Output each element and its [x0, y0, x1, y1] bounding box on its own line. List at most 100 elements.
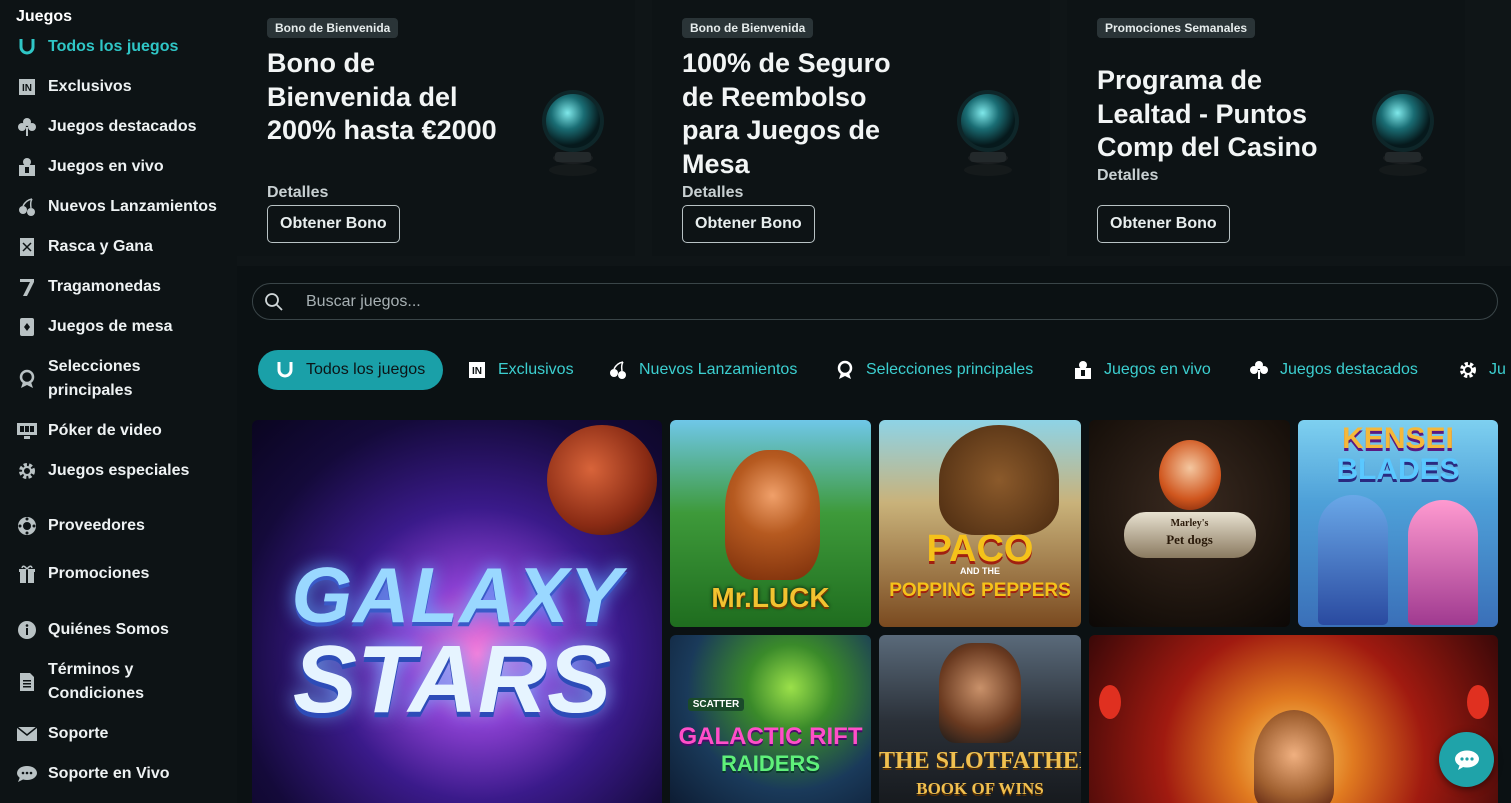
sidebar-item-juegos-de-mesa[interactable]: Juegos de mesa: [16, 315, 173, 339]
sidebar-item-todos-los-juegos[interactable]: Todos los juegos: [16, 35, 178, 59]
game-logo-line: SCATTER: [688, 698, 744, 711]
tab-juegos-en-vivo[interactable]: Juegos en vivo: [1072, 350, 1211, 390]
video-poker-icon: [16, 420, 38, 442]
game-tile-fortune-god[interactable]: [1089, 635, 1498, 803]
clover-icon: [1248, 359, 1270, 381]
sidebar-item-poker-de-video[interactable]: Póker de video: [16, 419, 162, 443]
game-tile-kensei-blades[interactable]: KENSEI BLADES: [1298, 420, 1498, 627]
sidebar-item-label: Nuevos Lanzamientos: [48, 198, 217, 215]
game-logo-line: BOOK OF WINS: [916, 779, 1044, 798]
sidebar-item-soporte-en-vivo[interactable]: Soporte en Vivo: [16, 762, 170, 786]
promo-details-link[interactable]: Detalles: [682, 184, 743, 202]
character-graphic: [1254, 710, 1334, 803]
game-tile-the-slotfather[interactable]: THE SLOTFATHER BOOK OF WINS: [879, 635, 1081, 803]
sidebar-item-label: Quiénes Somos: [48, 621, 169, 638]
character-graphic: [1408, 500, 1478, 625]
get-bonus-button[interactable]: Obtener Bono: [267, 205, 400, 243]
sidebar-item-juegos-destacados[interactable]: Juegos destacados: [16, 115, 197, 139]
horseshoe-icon: [16, 36, 38, 58]
tab-selecciones-principales[interactable]: Selecciones principales: [834, 350, 1033, 390]
crystal-ball-icon: [542, 90, 604, 176]
live-dealer-icon: [1072, 359, 1094, 381]
sidebar-item-label: Juegos especiales: [48, 462, 190, 479]
game-logo-line: POPPING PEPPERS: [889, 580, 1071, 601]
sidebar-item-juegos-especiales[interactable]: Juegos especiales: [16, 459, 189, 483]
sidebar-item-rasca-y-gana[interactable]: Rasca y Gana: [16, 235, 153, 259]
game-tile-mr-luck[interactable]: Mr.LUCK: [670, 420, 871, 627]
sidebar-item-label: Términos y Condiciones: [48, 661, 145, 702]
search-input[interactable]: [306, 292, 1206, 311]
sidebar-item-soporte[interactable]: Soporte: [16, 722, 108, 746]
award-icon: [16, 368, 38, 390]
tab-exclusivos[interactable]: IN Exclusivos: [466, 350, 574, 390]
promo-tag: Bono de Bienvenida: [682, 18, 814, 38]
sidebar-item-label: Juegos en vivo: [48, 158, 164, 175]
sidebar-item-promociones[interactable]: Promociones: [16, 562, 149, 586]
search-bar: [252, 283, 1498, 320]
game-logo-line: Marley's: [1170, 518, 1209, 529]
promo-carousel: Bono de Bienvenida Bono de Bienvenida de…: [237, 0, 1511, 266]
game-logo-line: STARS: [292, 626, 612, 733]
sidebar-item-selecciones-principales[interactable]: Selecciones principales: [16, 355, 158, 403]
sidebar-item-exclusivos[interactable]: IN Exclusivos: [16, 75, 132, 99]
sidebar-item-terminos[interactable]: Términos y Condiciones: [16, 658, 158, 706]
character-graphic: [1318, 495, 1388, 625]
planet-graphic: [547, 425, 657, 535]
tab-juegos-destacados[interactable]: Juegos destacados: [1248, 350, 1418, 390]
sidebar-item-quienes-somos[interactable]: Quiénes Somos: [16, 618, 169, 642]
sidebar-item-tragamonedas[interactable]: Tragamonedas: [16, 275, 161, 299]
promo-title: Programa de Lealtad - Puntos Comp del Ca…: [1097, 65, 1318, 162]
game-tile-galaxy-stars[interactable]: GALAXY STARS: [252, 420, 662, 803]
clover-icon: [16, 116, 38, 138]
promo-card: Promociones Semanales Programa de Lealta…: [1067, 0, 1465, 256]
sidebar-item-nuevos-lanzamientos[interactable]: Nuevos Lanzamientos: [16, 195, 217, 219]
chip-icon: [16, 515, 38, 537]
promo-details-link[interactable]: Detalles: [1097, 167, 1158, 185]
sidebar: Juegos Todos los juegos IN Exclusivos Ju…: [0, 0, 237, 803]
sidebar-item-label: Proveedores: [48, 517, 145, 534]
promo-card: Bono de Bienvenida 100% de Seguro de Ree…: [652, 0, 1050, 256]
tab-juegos-especiales[interactable]: Ju: [1457, 350, 1506, 390]
exclusive-icon: IN: [16, 76, 38, 98]
live-chat-button[interactable]: [1439, 732, 1494, 787]
sidebar-item-proveedores[interactable]: Proveedores: [16, 514, 145, 538]
seven-icon: [16, 276, 38, 298]
game-logo-line: GALACTIC RIFT: [678, 723, 863, 750]
get-bonus-button[interactable]: Obtener Bono: [682, 205, 815, 243]
game-tile-galactic-rift-raiders[interactable]: SCATTER GALACTIC RIFT RAIDERS: [670, 635, 871, 803]
chat-bubble-icon: [1454, 750, 1479, 770]
sidebar-item-juegos-en-vivo[interactable]: Juegos en vivo: [16, 155, 164, 179]
lantern-graphic: [1099, 685, 1121, 719]
promo-title: Bono de Bienvenida del 200% hasta €2000: [267, 48, 497, 145]
game-logo-line: AND THE: [960, 566, 1000, 576]
search-icon: [265, 292, 283, 311]
game-tile-marleys-pet-dogs[interactable]: Marley's Pet dogs: [1089, 420, 1290, 627]
sidebar-item-label: Exclusivos: [48, 78, 132, 95]
tab-nuevos-lanzamientos[interactable]: Nuevos Lanzamientos: [607, 350, 797, 390]
live-dealer-icon: [16, 156, 38, 178]
promo-details-link[interactable]: Detalles: [267, 184, 328, 202]
category-tabs: Todos los juegos IN Exclusivos Nuevos La…: [258, 350, 1511, 390]
crystal-ball-icon: [1372, 90, 1434, 176]
gear-icon: [16, 460, 38, 482]
gift-icon: [16, 563, 38, 585]
tab-label: Exclusivos: [498, 361, 574, 378]
horseshoe-icon: [274, 359, 296, 381]
get-bonus-button[interactable]: Obtener Bono: [1097, 205, 1230, 243]
tab-label: Ju: [1489, 361, 1506, 378]
tab-todos-los-juegos[interactable]: Todos los juegos: [258, 350, 443, 390]
tab-label: Nuevos Lanzamientos: [639, 361, 798, 378]
promo-title: 100% de Seguro de Reembolso para Juegos …: [682, 48, 891, 179]
game-logo-line: THE SLOTFATHER: [879, 748, 1081, 774]
sidebar-item-label: Selecciones principales: [48, 358, 141, 399]
scratch-card-icon: [16, 236, 38, 258]
character-graphic: [939, 425, 1059, 535]
tab-label: Todos los juegos: [306, 361, 426, 378]
document-icon: [16, 671, 38, 693]
game-logo-line: PACO: [926, 528, 1034, 570]
crystal-ball-icon: [957, 90, 1019, 176]
sidebar-item-label: Rasca y Gana: [48, 238, 153, 255]
game-tile-paco-popping-peppers[interactable]: PACO AND THE POPPING PEPPERS: [879, 420, 1081, 627]
cherries-icon: [16, 196, 38, 218]
sidebar-item-label: Todos los juegos: [48, 38, 179, 55]
